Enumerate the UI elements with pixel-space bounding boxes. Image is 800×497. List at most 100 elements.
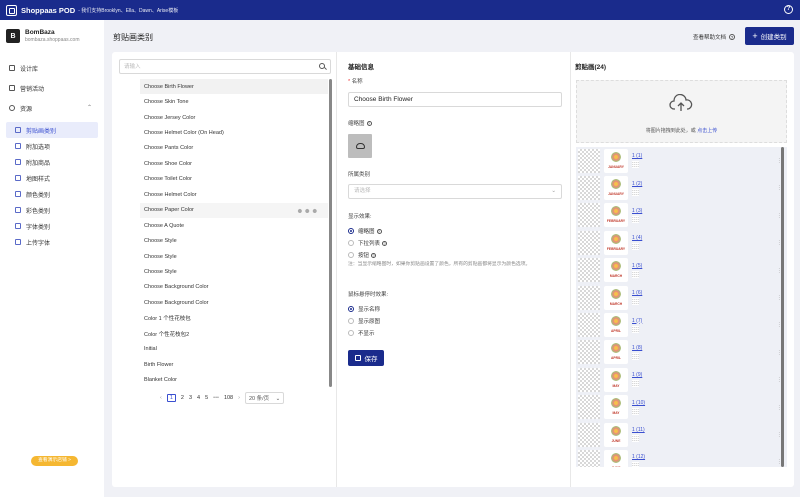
more-vertical-icon[interactable]: · · ·	[778, 266, 780, 275]
sidebar-item-addon-products[interactable]: 附加商品	[6, 154, 98, 170]
list-item[interactable]: Choose Background Color	[140, 295, 328, 310]
clipart-item[interactable]: JUNE 1 (11) · · ·	[576, 421, 787, 448]
more-vertical-icon[interactable]: · · ·	[778, 376, 780, 385]
list-item[interactable]: Choose Helmet Color (On Head)	[140, 125, 328, 140]
more-vertical-icon[interactable]: · · ·	[778, 403, 780, 412]
list-item[interactable]: Choose Style	[140, 249, 328, 264]
hover-option-show-original[interactable]: 显示原图	[348, 317, 380, 325]
help-doc-link[interactable]: 查看帮助文档?	[693, 33, 736, 41]
list-item[interactable]: Choose Background Color	[140, 280, 328, 295]
row-actions-icon[interactable]: ⬤⬤⬤	[298, 208, 320, 213]
clipart-name[interactable]: 1 (12)	[632, 454, 645, 460]
category-select[interactable]: 请选择 ⌄	[348, 184, 562, 199]
view-demo-store-button[interactable]: 查看演示店铺 >	[31, 456, 78, 466]
list-item[interactable]: Birth Flower	[140, 357, 328, 372]
list-item[interactable]: Choose Skin Tone	[140, 94, 328, 109]
page-1[interactable]: 1	[166, 394, 176, 402]
create-category-button[interactable]: + 创建类别	[745, 27, 794, 45]
sidebar-item-design-library[interactable]: 设计库	[6, 60, 98, 76]
clipart-dropzone[interactable]: 将图片拖拽到此处，或 点击上传	[576, 80, 787, 143]
clipart-item[interactable]: FEBRUARY 1 (4) · · ·	[576, 229, 787, 256]
clipart-name[interactable]: 1 (2)	[632, 181, 642, 187]
clipart-name[interactable]: 1 (10)	[632, 400, 645, 406]
list-item[interactable]: Choose Helmet Color	[140, 187, 328, 202]
sidebar-item-upload-fonts[interactable]: 上传字体	[6, 234, 98, 250]
search-input[interactable]	[120, 60, 300, 73]
list-item[interactable]: Color 1 个性花枝包	[140, 311, 328, 326]
clipart-name[interactable]: 1 (11)	[632, 427, 645, 433]
prev-page-icon[interactable]: ‹	[160, 395, 162, 401]
list-item[interactable]: Initial	[140, 341, 328, 356]
display-option-button[interactable]: 按钮?	[348, 251, 377, 259]
list-item[interactable]: Choose A Quote	[140, 218, 328, 233]
clipart-name[interactable]: 1 (1)	[632, 153, 642, 159]
clipart-item[interactable]: MAY 1 (9) · · ·	[576, 366, 787, 393]
sidebar-item-map-styles[interactable]: 地图样式	[6, 170, 98, 186]
clipart-name[interactable]: 1 (9)	[632, 372, 642, 378]
list-item[interactable]: Choose Birth Flower	[140, 79, 328, 95]
more-vertical-icon[interactable]: · · ·	[778, 321, 780, 330]
page-3[interactable]: 3	[189, 395, 192, 401]
list-item[interactable]: Color 个性花枝包2	[140, 326, 328, 341]
more-vertical-icon[interactable]: · · ·	[778, 430, 780, 439]
sidebar-item-resources[interactable]: 资源 ⌃	[6, 100, 98, 116]
list-item[interactable]: Choose Toilet Color	[140, 172, 328, 187]
save-button[interactable]: 保存	[348, 350, 384, 366]
page-4[interactable]: 4	[197, 395, 200, 401]
clipart-name[interactable]: 1 (5)	[632, 263, 642, 269]
search-icon[interactable]	[319, 63, 325, 69]
list-item[interactable]: Choose Paper Color ⬤⬤⬤	[140, 202, 328, 218]
list-scrollbar[interactable]	[329, 79, 332, 387]
hover-option-none[interactable]: 不显示	[348, 329, 375, 337]
page-2[interactable]: 2	[181, 395, 184, 401]
clipart-name[interactable]: 1 (7)	[632, 318, 642, 324]
list-item[interactable]: Choose Style	[140, 264, 328, 279]
list-item[interactable]: Choose Shoe Color	[140, 156, 328, 171]
clipart-item[interactable]: FEBRUARY 1 (3) · · ·	[576, 202, 787, 229]
sidebar-item-font-categories[interactable]: 字体类别	[6, 218, 98, 234]
more-vertical-icon[interactable]: · · ·	[778, 293, 780, 302]
sidebar-item-marketing[interactable]: 营销活动	[6, 80, 98, 96]
list-item[interactable]: Choose Pants Color	[140, 141, 328, 156]
clipart-name[interactable]: 1 (6)	[632, 290, 642, 296]
more-vertical-icon[interactable]: · · ·	[778, 157, 780, 166]
page-5[interactable]: 5	[205, 395, 208, 401]
list-item[interactable]: Choose Style	[140, 233, 328, 248]
next-page-icon[interactable]: ›	[238, 395, 240, 401]
clipart-name[interactable]: 1 (8)	[632, 345, 642, 351]
page-ellipsis[interactable]: •••	[213, 395, 219, 401]
clipart-item[interactable]: MAY 1 (10) · · ·	[576, 394, 787, 421]
list-item[interactable]: Blanket Color	[140, 372, 328, 387]
display-option-dropdown[interactable]: 下拉列表?	[348, 239, 388, 247]
hover-option-show-name[interactable]: 显示名称	[348, 305, 380, 313]
name-field[interactable]: Choose Birth Flower	[348, 92, 562, 107]
clipart-scrollbar[interactable]	[781, 147, 784, 467]
sidebar-item-color-categories[interactable]: 颜色类别	[6, 186, 98, 202]
clipart-name[interactable]: 1 (3)	[632, 208, 642, 214]
more-vertical-icon[interactable]: · · ·	[778, 184, 780, 193]
more-vertical-icon[interactable]: · · ·	[778, 348, 780, 357]
clipart-item[interactable]: JANUARY 1 (1) · · ·	[576, 147, 787, 174]
clipart-item[interactable]: APRIL 1 (7) · · ·	[576, 311, 787, 338]
map-icon	[15, 175, 21, 181]
clipart-item[interactable]: JUNE 1 (12) ···	[576, 448, 787, 467]
page-size-select[interactable]: 20 条/页 ⌄	[244, 392, 285, 404]
click-upload-link[interactable]: 点击上传	[697, 128, 717, 134]
more-vertical-icon[interactable]: · · ·	[778, 239, 780, 248]
list-item[interactable]: Choose Jersey Color	[140, 110, 328, 125]
sidebar-item-colorful-categories[interactable]: 彩色类别	[6, 202, 98, 218]
question-circle-icon[interactable]: ?	[784, 5, 793, 14]
clipart-item[interactable]: APRIL 1 (8) · · ·	[576, 339, 787, 366]
display-option-thumbnail[interactable]: 缩略图?	[348, 227, 382, 235]
page-last[interactable]: 108	[224, 395, 233, 401]
thumbnail-upload[interactable]	[348, 134, 372, 158]
clipart-item[interactable]: JANUARY 1 (2) · · ·	[576, 174, 787, 201]
sidebar-item-addon-options[interactable]: 附加选项	[6, 138, 98, 154]
clipart-item[interactable]: MARCH 1 (5) · · ·	[576, 257, 787, 284]
clipart-name[interactable]: 1 (4)	[632, 235, 642, 241]
sidebar-item-clipart-categories[interactable]: 剪贴画类别	[6, 122, 98, 138]
more-vertical-icon[interactable]: · · ·	[778, 211, 780, 220]
clipart-item[interactable]: MARCH 1 (6) · · ·	[576, 284, 787, 311]
store-info[interactable]: B BomBaza bombaza.shoppaas.com	[6, 29, 79, 43]
more-vertical-icon[interactable]: · · ·	[778, 458, 780, 467]
